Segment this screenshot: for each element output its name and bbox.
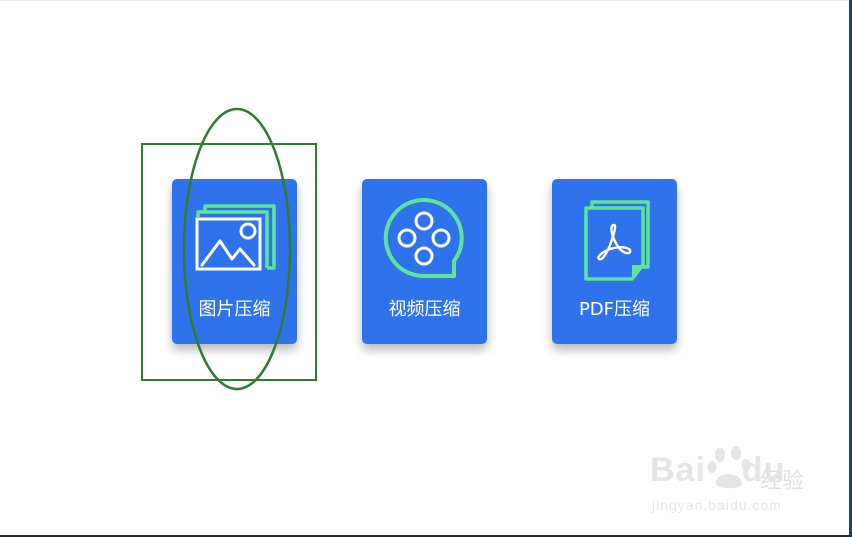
paw-logo-icon — [707, 446, 751, 489]
watermark-url: jingyan.baidu.com — [652, 497, 782, 513]
tile-label: PDF压缩 — [578, 299, 651, 320]
watermark-suffix: 经验 — [760, 469, 805, 494]
tile-label: 视频压缩 — [388, 299, 461, 320]
image-compress-tile[interactable]: 图片压缩 — [172, 179, 297, 344]
pdf-compress-tile[interactable]: PDF压缩 — [552, 179, 677, 344]
film-reel-icon — [362, 179, 487, 299]
tile-label: 图片压缩 — [198, 299, 271, 320]
pdf-document-icon — [552, 179, 677, 299]
top-border — [0, 0, 852, 1]
image-stack-icon — [172, 179, 297, 299]
video-compress-tile[interactable]: 视频压缩 — [362, 179, 487, 344]
baidu-jingyan-watermark: Bai du 经验 jingyan.baidu.com — [650, 445, 845, 520]
